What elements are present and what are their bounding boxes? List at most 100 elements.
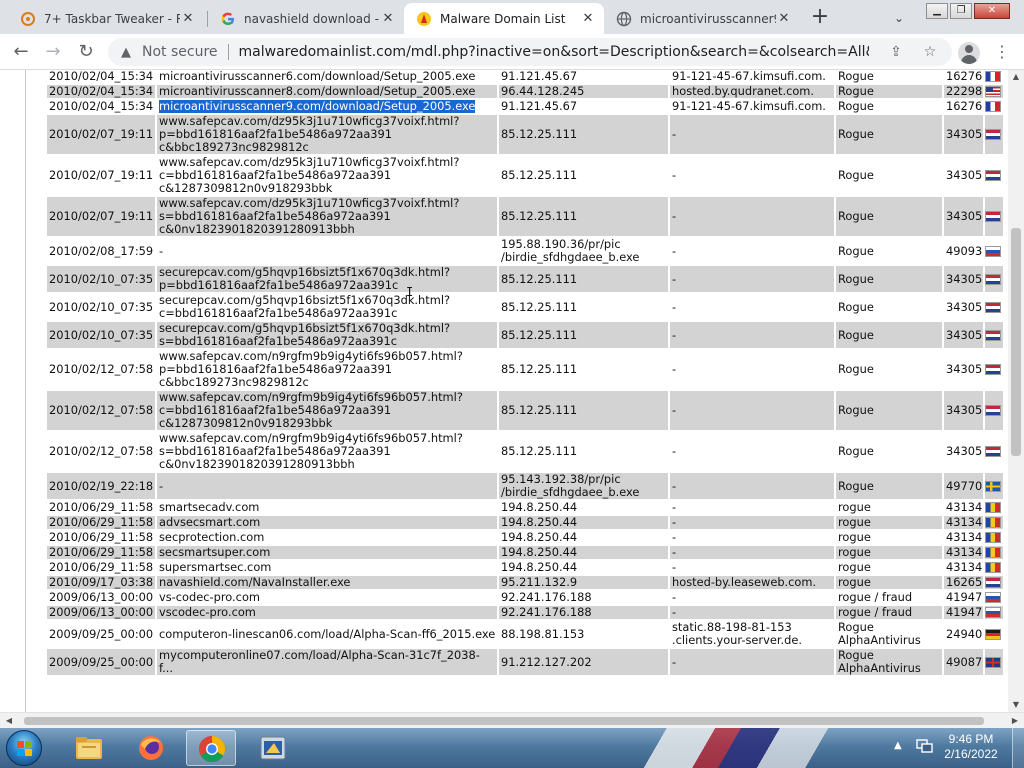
domain-cell: www.safepcav.com/dz95k3j1u710wficg37voix…: [157, 197, 497, 236]
profile-avatar-icon[interactable]: [958, 42, 980, 64]
tab-search-chevron-icon[interactable]: ⌄: [886, 6, 912, 30]
ip-cell: 194.8.250.44: [499, 531, 668, 544]
clock-date: 2/16/2022: [944, 747, 998, 761]
network-icon[interactable]: [916, 738, 934, 754]
kebab-menu-icon[interactable]: ⋮: [992, 40, 1012, 64]
description-cell: Rogue: [836, 85, 942, 98]
url-text[interactable]: malwaredomainlist.com/mdl.php?inactive=o…: [239, 44, 869, 60]
domain-cell-line[interactable]: c=bbd161816aaf2fa1be5486a972aa391c: [159, 307, 496, 320]
reverse-lookup-cell-line: -: [672, 516, 677, 529]
minimize-button[interactable]: ▁: [926, 3, 948, 19]
country-flag-icon: [985, 628, 1002, 640]
country-flag-cell: [985, 531, 1004, 544]
ip-cell: 194.8.250.44: [499, 546, 668, 559]
domain-cell-line[interactable]: mycomputeronline07.com/load/Alpha-Scan-3…: [159, 649, 496, 662]
share-icon[interactable]: ⇪: [886, 42, 906, 62]
description-cell-line: AlphaAntivirus: [838, 661, 921, 675]
domain-cell-line[interactable]: -: [159, 479, 496, 493]
description-cell: Rogue: [836, 156, 942, 195]
start-button[interactable]: [6, 730, 42, 766]
new-tab-button[interactable]: +: [806, 5, 834, 31]
domain-cell-line[interactable]: computeron-linescan06.com/load/Alpha-Sca…: [159, 627, 496, 641]
ip-cell: 194.8.250.44: [499, 501, 668, 514]
forward-arrow-icon[interactable]: →: [40, 40, 66, 64]
domain-cell-line[interactable]: c&1287309812n0v918293bbk: [159, 182, 496, 195]
tab-navashield-search[interactable]: navashield download - G ✕: [208, 3, 404, 34]
domain-cell-line[interactable]: microantivirusscanner9.com/download/Setu…: [159, 100, 476, 113]
table-row: 2010/02/07_19:11 www.safepcav.com/dz95k3j…: [47, 197, 1004, 236]
domain-cell-line[interactable]: c&1287309812n0v918293bbk: [159, 417, 496, 430]
domain-cell-line[interactable]: p=bbd161816aaf2fa1be5486a972aa391c: [159, 279, 496, 292]
close-tab-icon[interactable]: ✕: [380, 11, 396, 27]
domain-cell-line[interactable]: vs-codec-pro.com: [159, 591, 496, 604]
address-bar[interactable]: ▲ Not secure malwaredomainlist.com/mdl.p…: [108, 38, 952, 66]
close-window-button[interactable]: ✕: [974, 3, 1010, 19]
domain-cell-line[interactable]: c&0nv1823901820391280913bbh: [159, 223, 496, 236]
close-tab-icon[interactable]: ✕: [776, 11, 792, 27]
date-cell: 2010/02/04_15:34: [47, 70, 155, 83]
taskbar-tweaker-icon: [20, 11, 36, 27]
domain-cell: -: [157, 238, 497, 264]
back-arrow-icon[interactable]: ←: [8, 40, 34, 64]
country-flag-icon: [985, 577, 1002, 588]
system-tray[interactable]: ▲: [890, 738, 940, 758]
domain-cell: mycomputeronline07.com/load/Alpha-Scan-3…: [157, 649, 497, 675]
domain-cell-line[interactable]: microantivirusscanner6.com/download/Setu…: [159, 70, 496, 83]
scroll-up-arrow-icon[interactable]: ▲: [1008, 70, 1024, 84]
domain-cell-line[interactable]: vscodec-pro.com: [159, 606, 496, 619]
domain-cell-line[interactable]: advsecsmart.com: [159, 516, 496, 529]
domain-cell-line[interactable]: microantivirusscanner8.com/download/Setu…: [159, 85, 496, 98]
wallpaper-strip: [586, 728, 886, 768]
domain-cell-line[interactable]: c&bbc189273nc9829812c: [159, 376, 496, 389]
taskbar-clock[interactable]: 9:46 PM 2/16/2022: [938, 732, 1004, 762]
scroll-left-arrow-icon[interactable]: ◀: [2, 713, 16, 729]
description-cell: Rogue: [836, 322, 942, 348]
reload-icon[interactable]: ↻: [73, 40, 99, 64]
description-cell: Rogue: [836, 294, 942, 320]
domain-cell-line[interactable]: navashield.com/NavaInstaller.exe: [159, 576, 496, 589]
domain-cell-line[interactable]: secsmartsuper.com: [159, 546, 496, 559]
tray-expand-icon[interactable]: ▲: [894, 740, 902, 751]
table-row: 2010/02/04_15:34 microantivirusscanner8.c…: [47, 85, 1004, 98]
reverse-lookup-cell-line: -: [672, 444, 677, 458]
taskbar-firefox[interactable]: [126, 730, 176, 766]
asn-cell: 43134: [944, 546, 984, 559]
bookmark-star-icon[interactable]: ☆: [920, 42, 940, 62]
table-row: 2010/02/12_07:58 www.safepcav.com/n9rgfm9…: [47, 391, 1004, 430]
tab-malware-domain-list[interactable]: Malware Domain List ✕: [404, 3, 604, 34]
vertical-scroll-thumb[interactable]: [1011, 228, 1021, 456]
taskbar-chrome[interactable]: [186, 730, 236, 766]
domain-cell-line[interactable]: -: [159, 244, 496, 258]
domain-cell-line[interactable]: smartsecadv.com: [159, 501, 496, 514]
warning-triangle-icon[interactable]: ▲: [118, 45, 134, 60]
domain-cell-line[interactable]: c&bbc189273nc9829812c: [159, 141, 496, 154]
reverse-lookup-cell: -: [670, 591, 834, 604]
scroll-down-arrow-icon[interactable]: ▼: [1008, 698, 1024, 712]
tab-microantivirusscanner9[interactable]: microantivirusscanner9.c ✕: [604, 3, 800, 34]
close-tab-icon[interactable]: ✕: [580, 11, 596, 27]
domain-cell-line[interactable]: s=bbd161816aaf2fa1be5486a972aa391c: [159, 335, 496, 348]
tab-label: navashield download - G: [244, 11, 380, 26]
domain-cell: navashield.com/NavaInstaller.exe: [157, 576, 497, 589]
ip-cell: 85.12.25.111: [499, 156, 668, 195]
tab-taskbar-tweaker[interactable]: 7+ Taskbar Tweaker - Ra ✕: [8, 3, 204, 34]
security-status[interactable]: Not secure: [142, 44, 218, 60]
domain-cell-line[interactable]: supersmartsec.com: [159, 561, 496, 574]
vertical-scrollbar[interactable]: ▲ ▼: [1008, 70, 1024, 712]
taskbar-file-explorer[interactable]: [64, 730, 114, 766]
asn-cell: 49770: [944, 473, 984, 499]
ip-cell: 92.241.176.188: [499, 606, 668, 619]
domain-cell-line[interactable]: c&0nv1823901820391280913bbh: [159, 458, 496, 471]
domain-cell-line[interactable]: f...: [159, 662, 496, 675]
description-cell: rogue: [836, 501, 942, 514]
domain-cell-line[interactable]: secprotection.com: [159, 531, 496, 544]
reverse-lookup-cell-line: -: [672, 403, 677, 417]
horizontal-scroll-thumb[interactable]: [24, 717, 984, 725]
maximize-button[interactable]: ❐: [950, 3, 972, 19]
show-desktop-button[interactable]: [1012, 728, 1024, 768]
taskbar-app-tool[interactable]: [248, 730, 298, 766]
close-tab-icon[interactable]: ✕: [180, 11, 196, 27]
horizontal-scrollbar[interactable]: ◀ ▶: [0, 712, 1024, 728]
scroll-right-arrow-icon[interactable]: ▶: [1008, 713, 1022, 729]
reverse-lookup-cell: -: [670, 432, 834, 471]
